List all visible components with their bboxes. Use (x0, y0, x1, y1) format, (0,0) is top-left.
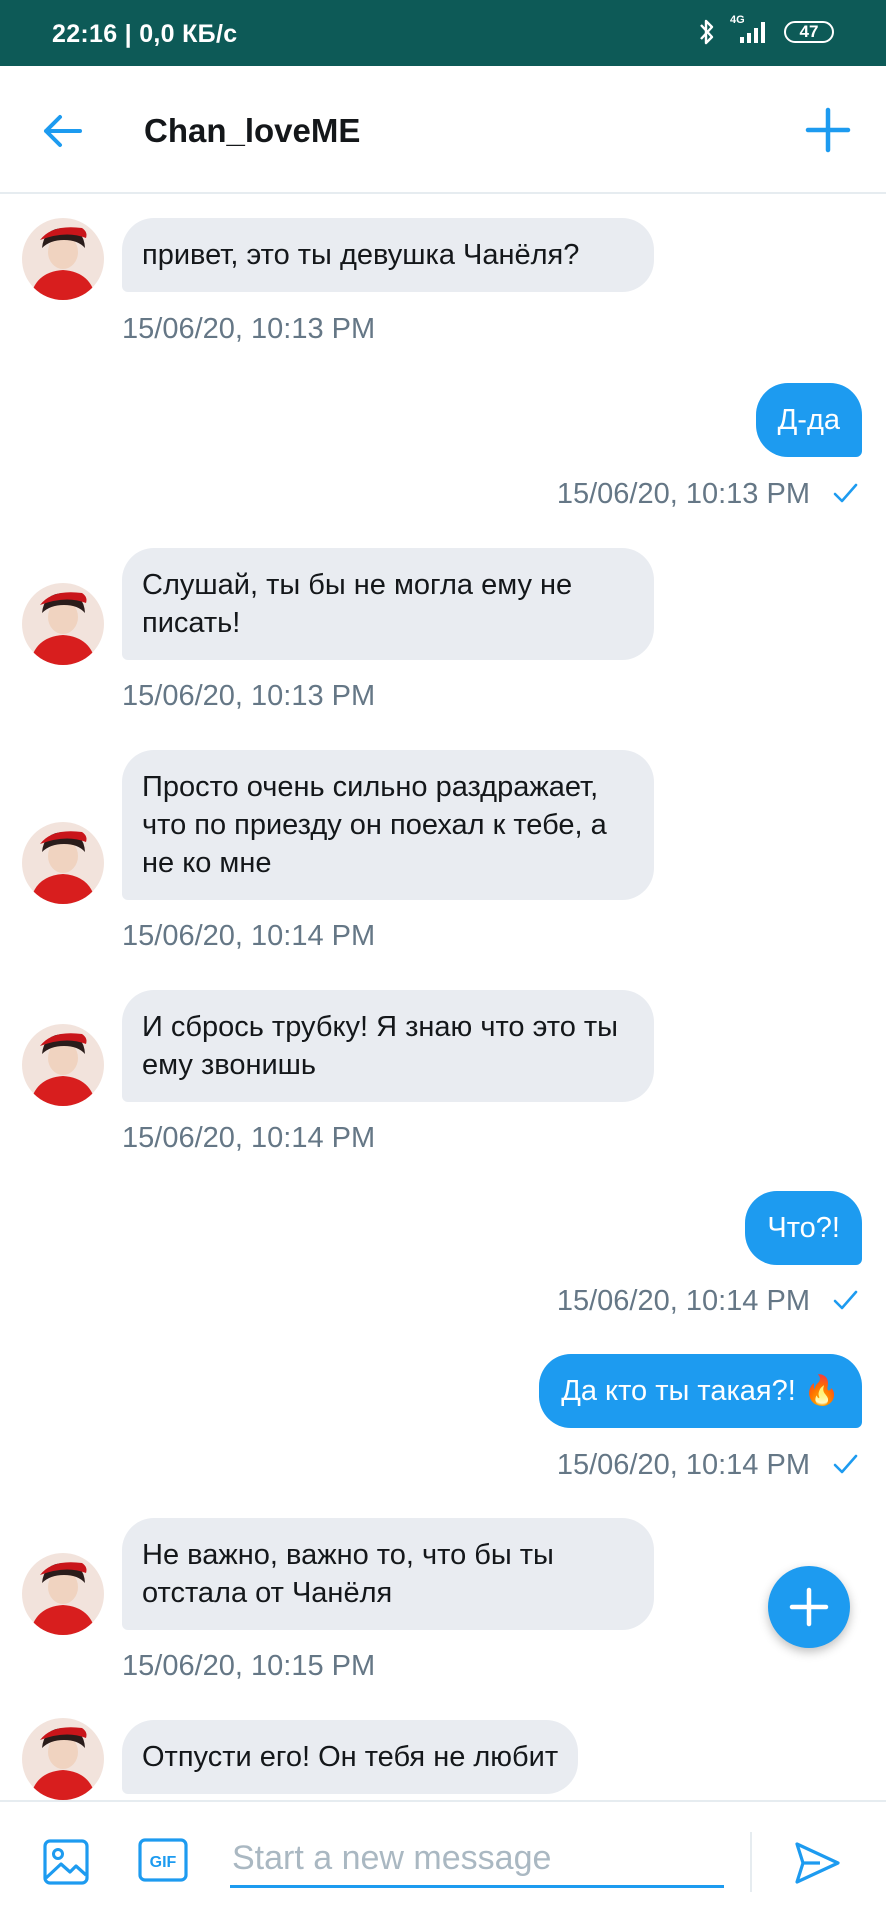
status-bar: 22:16 | 0,0 КБ/с 4G 47 (0, 0, 886, 66)
avatar[interactable] (22, 1553, 104, 1635)
message-bubble-incoming[interactable]: И сбрось трубку! Я знаю что это ты ему з… (122, 990, 654, 1102)
arrow-left-icon (44, 115, 82, 147)
message-timestamp: 15/06/20, 10:13 PM (556, 478, 810, 510)
plus-icon (805, 107, 851, 153)
send-button[interactable] (792, 1838, 842, 1888)
send-icon (795, 1842, 840, 1884)
add-button[interactable] (800, 102, 856, 158)
avatar-image (22, 822, 104, 904)
avatar-image (22, 1553, 104, 1635)
conversation-title: Chan_loveME (144, 112, 361, 149)
message-bubble-outgoing[interactable]: Д-да (755, 383, 862, 457)
message-timestamp: 15/06/20, 10:13 PM (122, 680, 376, 712)
avatar[interactable] (22, 218, 104, 300)
battery-icon: 47 (784, 21, 834, 43)
gif-button[interactable]: GIF (138, 1838, 188, 1882)
message-input[interactable] (230, 1836, 724, 1888)
plus-icon (789, 1587, 829, 1627)
message-composer: GIF (0, 1800, 886, 1922)
back-button[interactable] (38, 106, 88, 156)
avatar[interactable] (22, 1718, 104, 1800)
check-icon (833, 483, 858, 503)
message-timestamp: 15/06/20, 10:15 PM (122, 1650, 376, 1682)
check-icon (833, 1290, 858, 1310)
avatar-image (22, 1024, 104, 1106)
conversation-header: Chan_loveME (0, 66, 886, 194)
network-type: 4G (730, 14, 745, 26)
avatar-image (22, 218, 104, 300)
check-icon (833, 1454, 858, 1474)
message-bubble-outgoing[interactable]: Что?! (745, 1191, 862, 1265)
message-timestamp: 15/06/20, 10:14 PM (556, 1285, 810, 1317)
message-timestamp: 15/06/20, 10:14 PM (122, 920, 376, 952)
message-timestamp: 15/06/20, 10:14 PM (122, 1122, 376, 1154)
avatar-image (22, 1718, 104, 1800)
bluetooth-icon (698, 18, 716, 46)
message-bubble-outgoing[interactable]: Да кто ты такая?! 🔥 (539, 1354, 862, 1428)
message-bubble-incoming[interactable]: Слушай, ты бы не могла ему не писать! (122, 548, 654, 660)
signal-icon: 4G (730, 15, 770, 45)
message-bubble-incoming[interactable]: привет, это ты девушка Чанёля? (122, 218, 654, 292)
composer-divider (750, 1832, 752, 1892)
avatar[interactable] (22, 583, 104, 665)
gif-icon: GIF (138, 1838, 188, 1882)
message-bubble-incoming[interactable]: Отпусти его! Он тебя не любит (122, 1720, 579, 1794)
message-bubble-incoming[interactable]: Просто очень сильно раздражает, что по п… (122, 750, 654, 900)
avatar[interactable] (22, 1024, 104, 1106)
message-timestamp: 15/06/20, 10:13 PM (122, 313, 376, 345)
status-time: 22:16 | 0,0 КБ/с (52, 20, 238, 48)
avatar[interactable] (22, 822, 104, 904)
image-button[interactable] (42, 1838, 90, 1886)
compose-fab-button[interactable] (768, 1566, 850, 1648)
svg-text:GIF: GIF (150, 1854, 177, 1871)
image-icon (43, 1839, 89, 1885)
avatar-image (22, 583, 104, 665)
message-bubble-incoming[interactable]: Не важно, важно то, что бы ты отстала от… (122, 1518, 654, 1630)
status-icons: 4G 47 (698, 15, 834, 46)
message-timestamp: 15/06/20, 10:14 PM (556, 1449, 810, 1481)
